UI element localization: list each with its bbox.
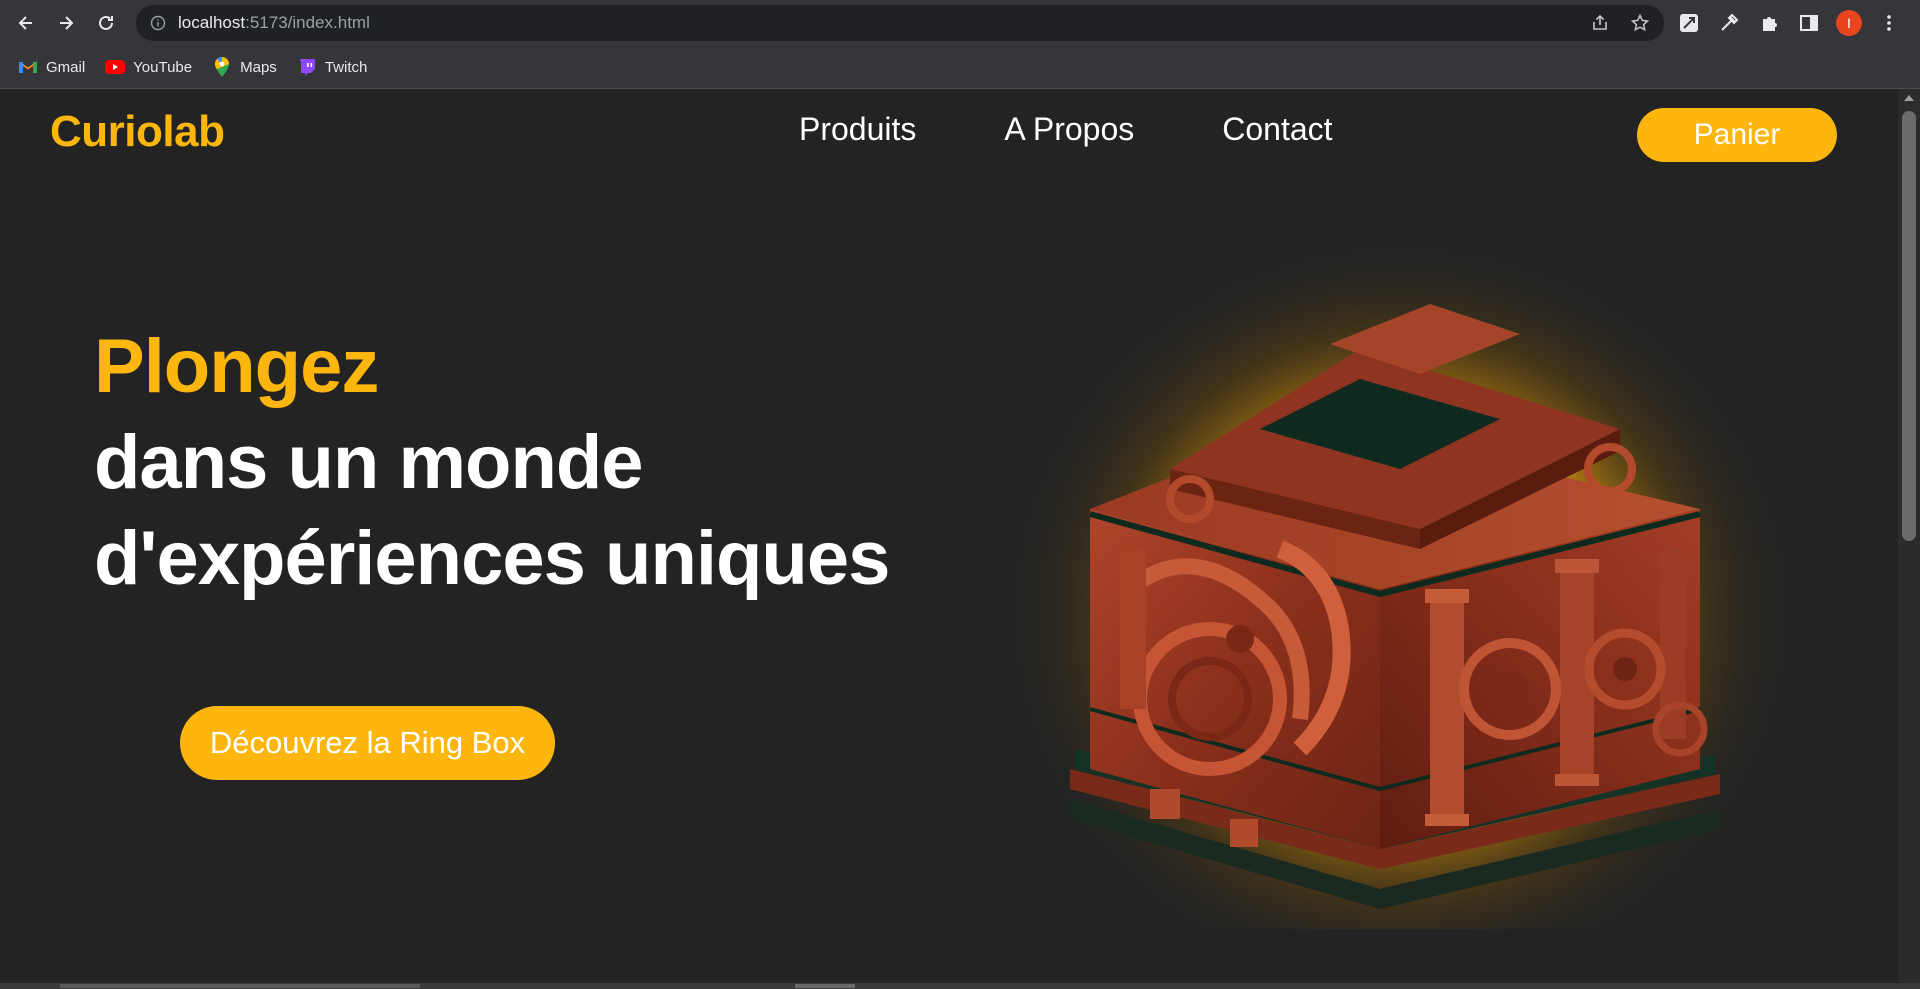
twitch-icon — [297, 58, 317, 76]
extensions-puzzle-icon[interactable] — [1756, 10, 1782, 36]
hero-highlight: Plongez — [94, 324, 379, 409]
cart-button[interactable]: Panier — [1637, 108, 1837, 162]
scroll-up-arrow-icon[interactable] — [1904, 95, 1914, 101]
bookmark-gmail[interactable]: Gmail — [18, 52, 85, 82]
nav-link-a-propos[interactable]: A Propos — [1004, 111, 1134, 148]
bookmark-twitch[interactable]: Twitch — [297, 52, 367, 82]
bookmark-maps[interactable]: Maps — [212, 52, 277, 82]
url-text: localhost:5173/index.html — [178, 13, 370, 32]
site-info-icon[interactable] — [150, 15, 166, 31]
browser-toolbar: localhost:5173/index.html I — [0, 0, 1920, 46]
main-nav: Produits A Propos Contact — [799, 111, 1421, 148]
youtube-icon — [105, 58, 126, 76]
reload-icon — [99, 15, 113, 30]
bookmark-youtube[interactable]: YouTube — [105, 52, 192, 82]
reload-button[interactable] — [90, 7, 122, 39]
page-viewport: Curiolab Produits A Propos Contact Panie… — [0, 89, 1898, 983]
back-button[interactable] — [10, 7, 42, 39]
bookmark-star-icon[interactable] — [1628, 11, 1652, 35]
forward-button[interactable] — [50, 7, 82, 39]
hero-title: Plongez dans un monde d'expériences uniq… — [94, 319, 894, 607]
side-panel-icon[interactable] — [1796, 10, 1822, 36]
share-icon[interactable] — [1588, 11, 1612, 35]
maps-icon — [212, 57, 232, 77]
more-menu-icon[interactable] — [1876, 10, 1902, 36]
arrow-left-icon — [18, 16, 32, 30]
horizontal-scrollbar[interactable] — [0, 983, 1920, 989]
arrow-right-icon — [60, 16, 74, 30]
scroll-thumb[interactable] — [1902, 111, 1916, 541]
horizontal-scroll-thumb[interactable] — [795, 984, 855, 988]
bookmarks-bar: Gmail YouTube Maps Twitch — [0, 46, 1920, 89]
horizontal-scroll-segment — [60, 984, 420, 988]
hero-line-1: dans un monde — [94, 420, 644, 505]
ring-box-product-image — [1000, 219, 1800, 929]
site-logo[interactable]: Curiolab — [50, 107, 225, 157]
extension-app-icon[interactable] — [1676, 10, 1702, 36]
nav-link-produits[interactable]: Produits — [799, 111, 916, 148]
discover-ring-box-button[interactable]: Découvrez la Ring Box — [180, 706, 555, 780]
hero-line-2: d'expériences uniques — [94, 516, 890, 601]
gmail-icon — [18, 58, 38, 76]
nav-link-contact[interactable]: Contact — [1222, 111, 1332, 148]
eyedropper-icon[interactable] — [1716, 10, 1742, 36]
page-scrollbar[interactable] — [1898, 89, 1920, 983]
address-bar[interactable]: localhost:5173/index.html — [136, 5, 1664, 41]
profile-avatar[interactable]: I — [1836, 10, 1862, 36]
